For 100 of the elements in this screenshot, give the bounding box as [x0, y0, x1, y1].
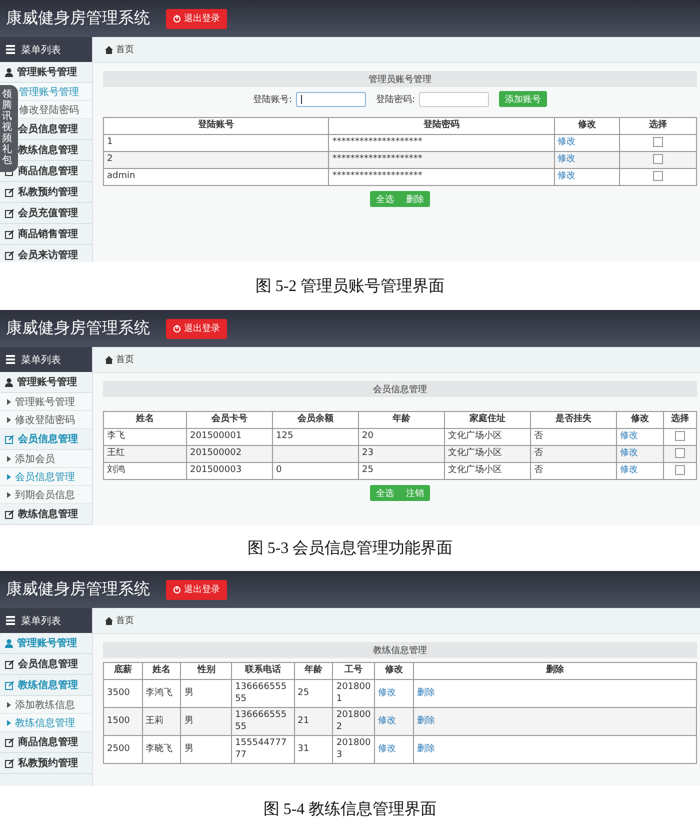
edit-link[interactable]: 修改: [558, 171, 576, 182]
sidebar-item[interactable]: 商品信息管理: [0, 732, 92, 753]
power-icon: [173, 324, 181, 332]
column-header: 删除: [413, 662, 696, 680]
column-header: 修改: [616, 412, 664, 428]
sidebar-item[interactable]: 会员信息管理: [0, 654, 92, 675]
checkbox[interactable]: [675, 465, 686, 476]
sidebar-subitem[interactable]: 管理账号管理: [0, 393, 92, 411]
gift-popup[interactable]: 领腾讯视频礼包: [0, 85, 18, 172]
table-cell: 13666655555: [232, 708, 294, 736]
power-icon: [173, 14, 181, 22]
column-header: 会员余额: [272, 412, 358, 428]
table-cell: 2500: [104, 736, 142, 764]
sidebar-item[interactable]: 私教预约管理: [0, 753, 92, 774]
sidebar-item[interactable]: 管理账号管理: [0, 633, 92, 654]
home-icon: [105, 616, 113, 624]
edit-link[interactable]: 修改: [378, 716, 396, 726]
table-cell: 王莉: [142, 708, 181, 736]
table-cell: 2018002: [332, 708, 375, 736]
table-cell: 23: [358, 446, 444, 462]
sidebar-subitem[interactable]: 到期会员信息: [0, 486, 92, 504]
breadcrumb-link[interactable]: 首页: [116, 614, 134, 627]
table-cell: 1500: [104, 708, 142, 736]
table-cell: 男: [180, 708, 232, 736]
menu-title: 菜单列表: [21, 44, 61, 56]
logout-button[interactable]: 退出登录: [166, 8, 227, 28]
column-header: 登陆密码: [328, 118, 554, 134]
sidebar-subitem[interactable]: 添加会员: [0, 450, 92, 468]
breadcrumb-link[interactable]: 首页: [116, 43, 134, 56]
sidebar-item[interactable]: 商品销售管理: [0, 224, 92, 245]
checkbox[interactable]: [675, 448, 686, 458]
edit-icon: [5, 208, 14, 218]
column-header: 会员卡号: [186, 412, 272, 428]
home-icon: [105, 46, 113, 54]
edit-link[interactable]: 修改: [558, 137, 576, 148]
edit-icon: [5, 680, 14, 690]
edit-icon: [5, 250, 14, 260]
edit-icon: [5, 758, 14, 768]
sidebar-item[interactable]: 私教预约管理: [0, 182, 92, 203]
sidebar-item[interactable]: 会员来访管理: [0, 245, 92, 262]
sidebar-item[interactable]: 会员充值管理: [0, 203, 92, 224]
column-header: 性别: [180, 662, 232, 680]
home-icon: [105, 356, 113, 364]
column-header: 修改: [374, 662, 414, 680]
delete-link[interactable]: 删除: [416, 744, 435, 754]
action-button[interactable]: 注销: [400, 485, 430, 501]
edit-link[interactable]: 修改: [378, 744, 396, 754]
breadcrumb-link[interactable]: 首页: [116, 353, 134, 366]
field-label: 登陆密码:: [376, 94, 416, 106]
bullet-icon: [7, 456, 11, 462]
column-header: 底薪: [104, 662, 142, 680]
table-cell: 否: [530, 462, 616, 480]
input-field[interactable]: [296, 92, 366, 106]
column-header: 家庭住址: [444, 412, 530, 428]
field-label: 登陆账号:: [252, 94, 292, 106]
bullet-icon: [7, 416, 11, 422]
figure-caption: 图 5-2 管理员账号管理界面: [255, 276, 445, 296]
select-all-button[interactable]: 全选: [370, 485, 400, 501]
table-cell: 201500003: [186, 462, 272, 480]
table-cell: 文化广场小区: [444, 462, 530, 480]
list-icon: [6, 45, 15, 54]
bullet-icon: [7, 702, 11, 708]
sidebar-subitem[interactable]: 教练信息管理: [0, 714, 92, 732]
select-all-button[interactable]: 全选: [370, 191, 400, 207]
sidebar-subitem[interactable]: 会员信息管理: [0, 468, 92, 486]
column-header: 选择: [619, 118, 696, 134]
checkbox[interactable]: [675, 431, 686, 442]
edit-link[interactable]: 修改: [558, 154, 576, 164]
action-button[interactable]: 删除: [400, 191, 430, 207]
sidebar-item[interactable]: 教练信息管理: [0, 504, 92, 525]
logout-button[interactable]: 退出登录: [166, 580, 227, 600]
table-cell: 文化广场小区: [444, 446, 530, 462]
checkbox[interactable]: [652, 154, 663, 164]
column-header: 姓名: [142, 662, 181, 680]
table-cell: 否: [530, 446, 616, 462]
delete-link[interactable]: 删除: [416, 688, 435, 698]
figure-caption: 图 5-4 教练信息管理界面: [263, 800, 437, 820]
input-field[interactable]: [419, 92, 490, 106]
sidebar-subitem[interactable]: 修改登陆密码: [0, 411, 92, 429]
user-icon: [5, 68, 13, 76]
list-icon: [6, 355, 15, 364]
edit-icon: [5, 230, 14, 238]
table-cell: 0: [272, 462, 358, 480]
panel-title: 会员信息管理: [103, 381, 697, 397]
checkbox[interactable]: [652, 171, 663, 182]
table-cell: ********************: [328, 152, 554, 168]
logout-button[interactable]: 退出登录: [166, 318, 227, 338]
add-button[interactable]: 添加账号: [499, 91, 548, 107]
bullet-icon: [7, 720, 11, 726]
edit-link[interactable]: 修改: [378, 688, 396, 698]
column-header: 年龄: [294, 662, 333, 680]
bullet-icon: [7, 398, 11, 404]
sidebar-subitem[interactable]: 添加教练信息: [0, 696, 92, 714]
table-cell: admin: [104, 168, 329, 186]
delete-link[interactable]: 删除: [416, 716, 435, 726]
column-header: 选择: [664, 412, 696, 428]
user-icon: [5, 638, 13, 648]
table-cell: 刘鸿: [104, 462, 187, 480]
edit-icon: [5, 660, 14, 668]
checkbox[interactable]: [652, 137, 663, 148]
